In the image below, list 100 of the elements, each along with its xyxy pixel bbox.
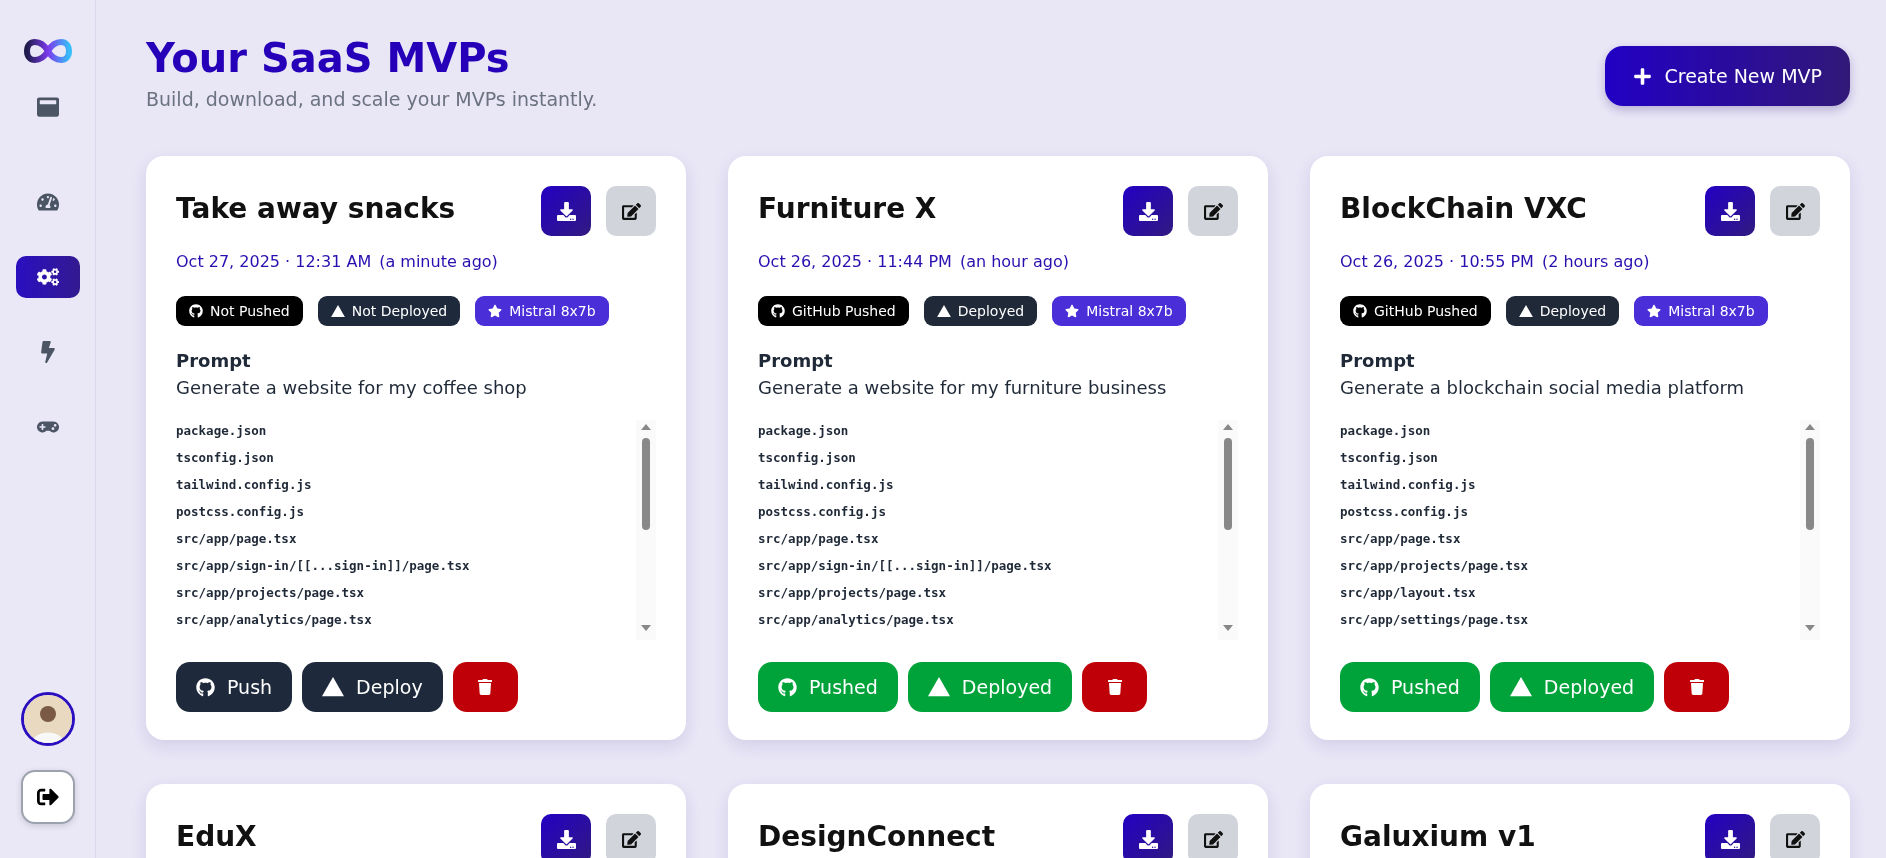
trash-icon <box>477 679 494 695</box>
prompt-text: Generate a blockchain social media platform <box>1340 377 1746 398</box>
nav-item[interactable] <box>15 256 80 298</box>
model-badge: Mistral 8x7b <box>1052 296 1186 326</box>
edit-button[interactable] <box>1770 814 1820 858</box>
trash-icon <box>1688 679 1705 695</box>
download-button[interactable] <box>541 186 591 236</box>
file-name: src/app/sign-in/[[...sign-in]]/page.tsx <box>758 557 1053 574</box>
edit-button[interactable] <box>1770 186 1820 236</box>
download-button[interactable] <box>1123 186 1173 236</box>
avatar[interactable] <box>20 692 75 746</box>
push-button[interactable]: Push <box>176 662 293 712</box>
project-date: Oct 27, 2025 · 12:31 AM <box>176 252 372 271</box>
edit-button[interactable] <box>1188 186 1238 236</box>
create-mvp-button[interactable]: Create New MVP <box>1605 46 1850 106</box>
github-icon <box>196 677 215 697</box>
project-title: BlockChain VXC <box>1340 194 1587 225</box>
file-name: src/app/layout.tsx <box>1340 584 1477 601</box>
deploy-button[interactable]: Deployed <box>907 662 1073 712</box>
github-icon <box>771 304 785 318</box>
edit-icon <box>1785 829 1805 849</box>
prompt-label: Prompt <box>1340 350 1416 371</box>
project-title: Galuxium v1 <box>1340 822 1536 853</box>
download-button[interactable] <box>1705 186 1755 236</box>
file-name: src/app/page.tsx <box>176 530 298 547</box>
project-title: DesignConnect <box>758 822 996 853</box>
file-name: tsconfig.json <box>758 449 857 466</box>
relative-time: (a minute ago) <box>379 252 498 271</box>
github-icon <box>189 304 203 318</box>
download-icon <box>1720 201 1740 221</box>
delete-button[interactable] <box>1664 662 1730 712</box>
edit-icon <box>1203 201 1223 221</box>
download-icon <box>556 829 576 849</box>
file-name: src/app/projects/page.tsx <box>758 584 948 601</box>
delete-button[interactable] <box>1082 662 1148 712</box>
download-button[interactable] <box>541 814 591 858</box>
download-icon <box>1138 201 1158 221</box>
edit-button[interactable] <box>606 186 656 236</box>
model-badge: Mistral 8x7b <box>1634 296 1768 326</box>
page-title: Your SaaS MVPs <box>146 34 511 82</box>
file-name: package.json <box>176 422 268 439</box>
file-name: src/app/page.tsx <box>758 530 880 547</box>
edit-icon <box>1203 829 1223 849</box>
file-name: tailwind.config.js <box>758 476 895 493</box>
deploy-status-badge: Not Deployed <box>317 296 461 326</box>
file-name: package.json <box>1340 422 1432 439</box>
file-name: package.json <box>758 422 850 439</box>
project-date: Oct 26, 2025 · 11:44 PM <box>758 252 952 271</box>
deploy-button[interactable]: Deploy <box>302 662 443 712</box>
edit-button[interactable] <box>1188 814 1238 858</box>
push-button[interactable]: Pushed <box>1340 662 1480 712</box>
deploy-status-badge: Deployed <box>1505 296 1620 326</box>
download-icon <box>556 201 576 221</box>
model-badge: Mistral 8x7b <box>475 296 609 326</box>
download-button[interactable] <box>1705 814 1755 858</box>
file-name: tailwind.config.js <box>176 476 313 493</box>
delete-button[interactable] <box>452 662 518 712</box>
file-name: src/app/page.tsx <box>1340 530 1462 547</box>
github-status-badge: GitHub Pushed <box>758 296 909 326</box>
file-name: tsconfig.json <box>1340 449 1439 466</box>
prompt-label: Prompt <box>758 350 834 371</box>
file-name: tsconfig.json <box>176 449 275 466</box>
gears-icon <box>36 266 59 288</box>
triangle-icon <box>927 677 950 697</box>
project-date: Oct 26, 2025 · 10:55 PM <box>1340 252 1534 271</box>
star-icon <box>1647 304 1662 318</box>
download-icon <box>1720 829 1740 849</box>
deploy-status-badge: Deployed <box>923 296 1038 326</box>
plus-icon <box>1633 66 1653 86</box>
star-icon <box>488 304 503 318</box>
github-icon <box>1360 677 1379 697</box>
triangle-icon <box>322 677 345 697</box>
file-name: src/app/projects/page.tsx <box>1340 557 1530 574</box>
push-button[interactable]: Pushed <box>758 662 898 712</box>
edit-icon <box>1785 201 1805 221</box>
logo-icon <box>22 36 73 66</box>
logout-button[interactable] <box>20 770 75 824</box>
prompt-text: Generate a website for my furniture business <box>758 377 1168 398</box>
window-icon <box>36 96 59 118</box>
file-name: tailwind.config.js <box>1340 476 1477 493</box>
star-icon <box>1065 304 1080 318</box>
trash-icon <box>1106 679 1123 695</box>
edit-icon <box>621 201 641 221</box>
edit-icon <box>621 829 641 849</box>
github-icon <box>1353 304 1367 318</box>
prompt-label: Prompt <box>176 350 252 371</box>
triangle-icon <box>1518 304 1533 318</box>
project-title: EduX <box>176 822 257 853</box>
relative-time: (an hour ago) <box>959 252 1069 271</box>
prompt-text: Generate a website for my coffee shop <box>176 377 528 398</box>
edit-button[interactable] <box>606 814 656 858</box>
deploy-button[interactable]: Deployed <box>1489 662 1655 712</box>
download-button[interactable] <box>1123 814 1173 858</box>
file-name: src/app/analytics/page.tsx <box>758 611 955 628</box>
file-name: src/app/settings/page.tsx <box>1340 611 1530 628</box>
file-name: src/app/analytics/page.tsx <box>176 611 373 628</box>
file-name: src/app/sign-in/[[...sign-in]]/page.tsx <box>176 557 471 574</box>
file-name: postcss.config.js <box>176 503 305 520</box>
triangle-icon <box>330 304 345 318</box>
logout-icon <box>36 786 59 808</box>
